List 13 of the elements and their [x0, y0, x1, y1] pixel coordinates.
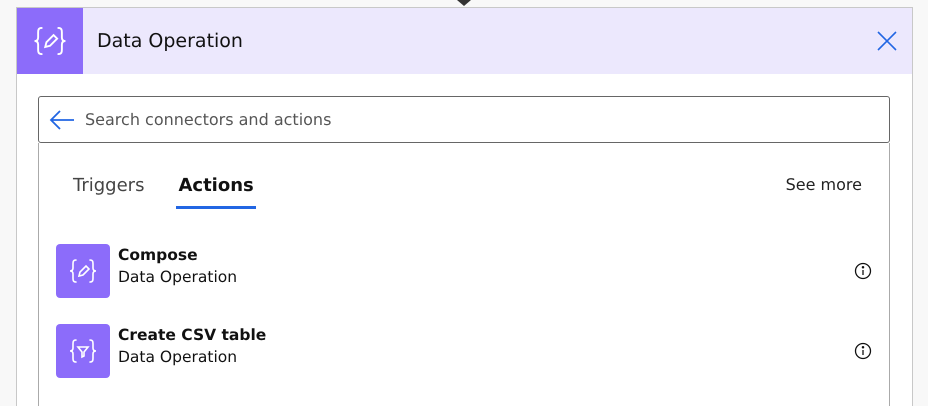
info-icon[interactable]	[854, 342, 872, 360]
info-icon[interactable]	[854, 262, 872, 280]
action-name[interactable]: Compose	[118, 244, 846, 266]
tab[interactable]: Triggers	[71, 171, 146, 209]
search-box[interactable]: Search connectors and actions	[38, 96, 890, 143]
card-title: Data Operation	[97, 30, 244, 52]
tab[interactable]: Actions	[176, 171, 256, 209]
connector-name: Data Operation	[118, 347, 238, 368]
pointer-icon	[457, 0, 471, 6]
back-button[interactable]	[49, 108, 75, 130]
connector-name: Data Operation	[118, 267, 238, 288]
action-name[interactable]: Create CSV table	[118, 324, 846, 346]
see-more-link[interactable]: See more	[786, 171, 872, 194]
